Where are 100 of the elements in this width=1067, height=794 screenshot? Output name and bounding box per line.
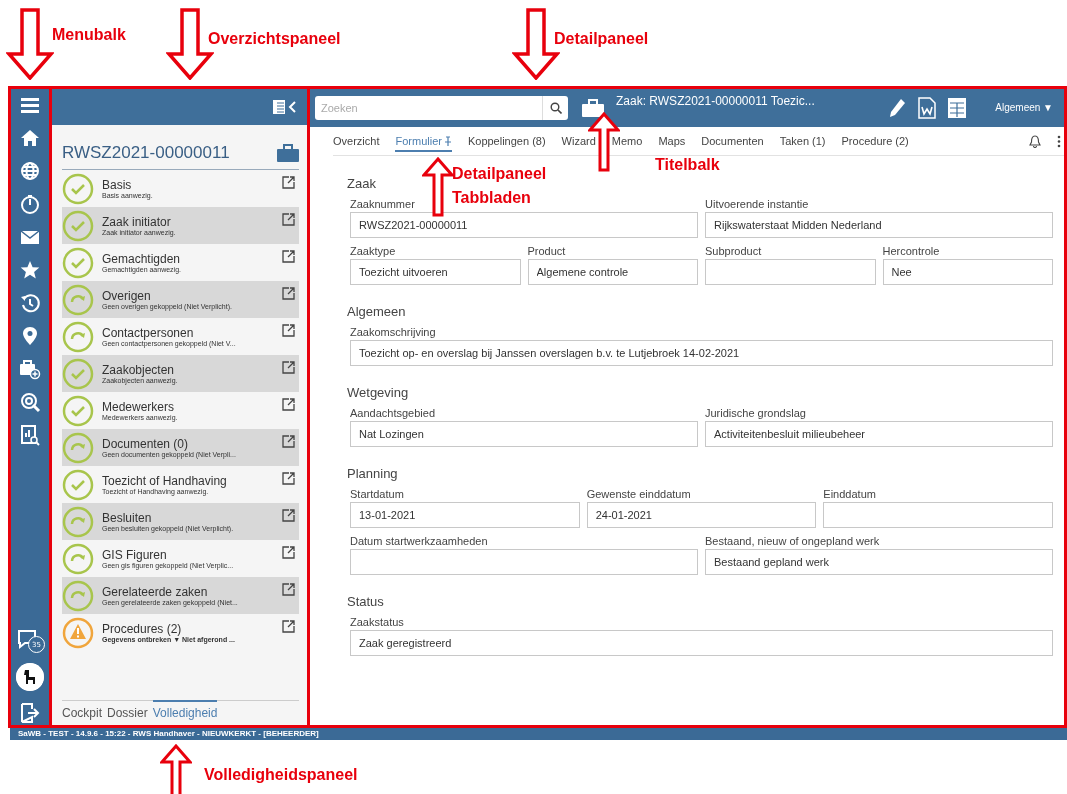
history-icon[interactable] — [19, 292, 41, 314]
user-avatar[interactable] — [16, 663, 44, 691]
detail-tab[interactable]: Overzicht — [333, 130, 380, 152]
check-circle-icon — [62, 394, 94, 427]
search-icon[interactable] — [549, 101, 562, 114]
open-external-icon[interactable] — [282, 435, 295, 448]
field-label: Zaakstatus — [350, 616, 404, 628]
case-title: Zaak: RWSZ2021-00000011 Toezic... — [616, 94, 816, 108]
briefcase-add-icon[interactable] — [19, 358, 41, 380]
detail-tab[interactable]: Taken (1) — [779, 130, 826, 152]
field-label: Zaaktype — [350, 245, 396, 257]
panel-tab[interactable]: Cockpit — [62, 700, 102, 722]
input-field[interactable] — [350, 549, 698, 575]
input-field[interactable]: Nat Lozingen — [350, 421, 698, 447]
open-external-icon[interactable] — [282, 398, 295, 411]
section-title: Status — [347, 594, 384, 609]
item-title: GIS Figuren — [102, 548, 167, 562]
check-circle-icon — [62, 246, 94, 279]
open-external-icon[interactable] — [282, 287, 295, 300]
input-field[interactable]: Bestaand gepland werk — [705, 549, 1053, 575]
input-field[interactable] — [823, 502, 1053, 528]
open-external-icon[interactable] — [282, 176, 295, 189]
input-field[interactable]: 24-01-2021 — [586, 502, 817, 528]
open-external-icon[interactable] — [282, 620, 295, 633]
search-field[interactable]: Zoeken — [315, 95, 542, 120]
open-external-icon[interactable] — [282, 472, 295, 485]
open-external-icon[interactable] — [282, 583, 295, 596]
field-label: Hercontrole — [882, 245, 940, 257]
panel-tab[interactable]: Dossier — [107, 700, 148, 722]
open-external-icon[interactable] — [282, 324, 295, 337]
field-label: Juridische grondslag — [705, 407, 806, 419]
detail-tab[interactable]: Koppelingen (8) — [467, 130, 546, 152]
search-button[interactable] — [542, 95, 568, 120]
input-field[interactable] — [705, 259, 876, 285]
more-icon[interactable] — [1057, 134, 1061, 148]
annotation-label: Detailpaneel — [554, 29, 649, 49]
annotation-label: Detailpaneel Tabbladen — [452, 164, 548, 208]
input-field[interactable]: 13-01-2021 — [350, 502, 580, 528]
search-target-icon[interactable] — [19, 391, 41, 413]
panel-tab[interactable]: Volledigheid — [152, 700, 218, 722]
input-field[interactable]: Activiteitenbesluit milieubeheer — [705, 421, 1053, 447]
input-field[interactable]: RWSZ2021-00000011 — [350, 212, 698, 238]
open-external-icon[interactable] — [282, 213, 295, 226]
field-label: Aandachtsgebied — [350, 407, 435, 419]
gauge-icon[interactable] — [19, 193, 41, 215]
detail-tab[interactable]: Wizard — [561, 130, 596, 152]
pin-icon[interactable] — [443, 135, 452, 146]
annotation-arrow — [6, 8, 54, 80]
input-field[interactable]: Algemene controle — [527, 259, 698, 285]
item-title: Toezicht of Handhaving — [102, 474, 227, 488]
field-label: Zaakomschrijving — [350, 326, 436, 338]
open-external-icon[interactable] — [282, 250, 295, 263]
section-title: Planning — [347, 466, 398, 481]
field-label: Subproduct — [705, 245, 762, 257]
input-field[interactable]: Toezicht op- en overslag bij Janssen overslagen b.v. te Lutjebroek 14-02-2021 — [350, 340, 1053, 366]
detail-tab[interactable]: Documenten — [701, 130, 764, 152]
field-label: Datum startwerkzaamheden — [350, 535, 488, 547]
input-field[interactable]: Toezicht uitvoeren — [350, 259, 521, 285]
logout-icon[interactable] — [19, 702, 41, 724]
item-title: Zaak initiator — [102, 215, 171, 229]
section-title: Algemeen — [347, 304, 406, 319]
detail-tab[interactable]: Memo — [611, 130, 643, 152]
detail-tab[interactable]: Maps — [658, 130, 686, 152]
item-title: Basis — [102, 178, 132, 192]
check-circle-icon — [62, 172, 94, 205]
input-field[interactable]: Nee — [882, 259, 1053, 285]
item-title: Procedures (2) — [102, 622, 182, 636]
field-label: Product — [527, 245, 566, 257]
input-field[interactable]: Rijkswaterstaat Midden Nederland — [705, 212, 1053, 238]
field-label: Bestaand, nieuw of ongepland werk — [705, 535, 880, 547]
open-external-icon[interactable] — [282, 361, 295, 374]
pencil-icon[interactable] — [887, 96, 908, 119]
field-label: Uitvoerende instantie — [705, 198, 809, 210]
item-title: Gerelateerde zaken — [102, 585, 208, 599]
star-icon[interactable] — [19, 259, 41, 281]
field-label: Gewenste einddatum — [586, 488, 691, 500]
input-field[interactable]: Zaak geregistreerd — [350, 630, 1053, 656]
briefcase-icon — [582, 98, 604, 117]
check-circle-icon — [62, 468, 94, 501]
home-icon[interactable] — [19, 127, 41, 149]
item-title: Overigen — [102, 289, 151, 303]
open-external-icon[interactable] — [282, 509, 295, 522]
annotation-label: Overzichtspaneel — [208, 29, 341, 49]
warning-icon — [62, 616, 94, 649]
chat-icon[interactable] — [17, 628, 39, 650]
briefcase-icon — [277, 144, 299, 162]
report-search-icon[interactable] — [19, 424, 41, 446]
view-dropdown[interactable]: Algemeen ▼ — [989, 101, 1059, 114]
detail-tab[interactable]: Formulier — [395, 130, 452, 152]
check-circle-icon — [62, 357, 94, 390]
annotation-arrow — [422, 157, 454, 217]
item-title: Contactpersonen — [102, 326, 194, 340]
item-title: Gemachtigden — [102, 252, 181, 266]
bell-icon[interactable] — [1029, 134, 1041, 148]
globe-icon[interactable] — [19, 160, 41, 182]
document-icon[interactable] — [917, 96, 938, 119]
table-icon[interactable] — [947, 96, 968, 119]
detail-tab[interactable]: Procedure (2) — [841, 130, 909, 152]
open-external-icon[interactable] — [282, 546, 295, 559]
field-label: Zaaknummer — [350, 198, 415, 210]
